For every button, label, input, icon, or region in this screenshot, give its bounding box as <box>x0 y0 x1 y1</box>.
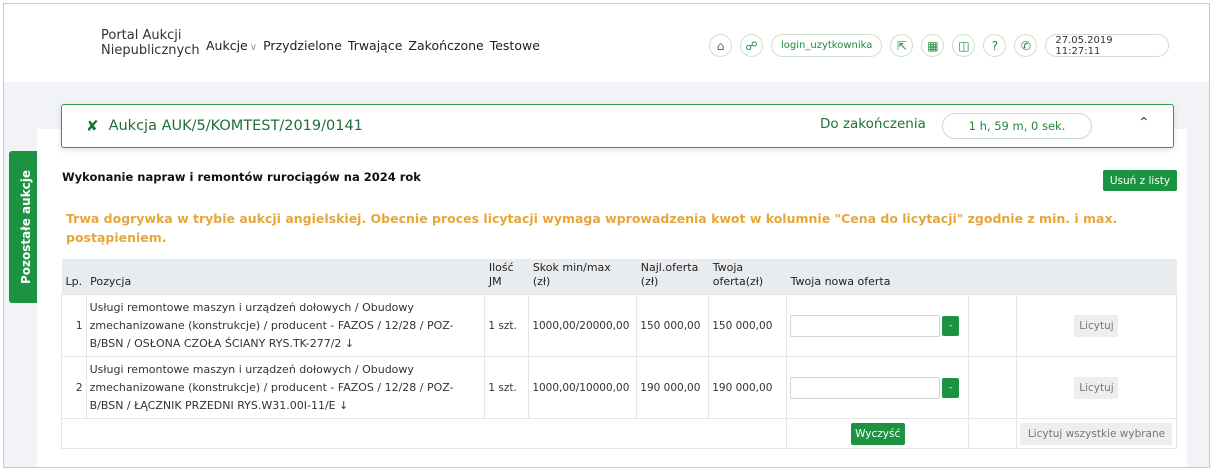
col-action <box>1016 259 1177 295</box>
desc-line: zmechanizowane (konstrukcje) / producent… <box>89 318 454 332</box>
desc-line[interactable]: B/BSN / ŁĄCZNIK PRZEDNI RYS.W31.00I-11/E… <box>90 397 482 415</box>
col-nowa: Twoja nowa oferta <box>786 259 969 295</box>
desc-line[interactable]: B/BSN / OSŁONA CZOŁA ŚCIANY RYS.TK-277/2… <box>90 335 482 353</box>
new-offer-input[interactable] <box>790 314 941 337</box>
row-step: 1000,00/10000,00 <box>528 356 638 419</box>
row-yours: 150 000,00 <box>708 294 788 357</box>
brand-line1: Portal Aukcji <box>101 28 182 43</box>
col-najl: Najl.oferta (zł) <box>636 259 709 295</box>
col-twoja-label2: oferta(zł) <box>712 275 764 288</box>
link-icon[interactable]: ☍ <box>740 34 763 57</box>
main-nav: Aukcje ∨ Przydzielone Trwające Zakończone… <box>206 38 540 53</box>
col-blank <box>968 259 1017 295</box>
row-new-offer: - <box>786 356 970 419</box>
nav-przydzielone[interactable]: Przydzielone <box>263 38 342 53</box>
table-footer-row: Wyczyść Licytuj wszystkie wybrane <box>60 418 1178 449</box>
col-twoja-label1: Twoja <box>712 261 744 274</box>
row-lp: 1 <box>61 294 87 357</box>
row-bid: Licytuj <box>1015 294 1178 357</box>
col-pozycja: Pozycja <box>86 259 485 295</box>
phone-icon[interactable]: ✆ <box>1014 34 1038 57</box>
auction-title: ✘ Aukcja AUK/5/KOMTEST/2019/0141 <box>86 117 363 135</box>
calendar-icon[interactable]: ▦ <box>921 34 945 57</box>
nav-aukcje-label: Aukcje <box>206 38 248 53</box>
offer-action-button[interactable]: - <box>942 315 960 336</box>
row-qty: 1 szt. <box>484 294 530 357</box>
row-new-offer: - <box>786 294 970 357</box>
col-najl-unit: (zł) <box>640 275 659 288</box>
nav-testowe[interactable]: Testowe <box>490 38 540 53</box>
footer-blank <box>60 418 788 449</box>
bid-all-button[interactable]: Licytuj wszystkie wybrane <box>1020 422 1173 445</box>
row-qty: 1 szt. <box>484 356 530 419</box>
top-bar: Portal Aukcji Niepublicznych Aukcje ∨ Prz… <box>4 4 1209 82</box>
row-description: Usługi remontowe maszyn i urządzeń dołow… <box>85 356 486 419</box>
brand-logo[interactable]: Portal Aukcji Niepublicznych <box>101 28 205 58</box>
auction-title-text: Aukcja AUK/5/KOMTEST/2019/0141 <box>108 118 363 134</box>
col-ilosc-label: Ilość <box>488 261 514 274</box>
new-offer-input[interactable] <box>790 376 941 399</box>
offer-group: - <box>790 376 965 399</box>
offer-action-button[interactable]: - <box>942 377 960 398</box>
auction-subject: Wykonanie napraw i remontów rurociągów n… <box>62 170 421 184</box>
countdown-timer: 1 h, 59 m, 0 sek. <box>942 113 1092 139</box>
top-actions: ⌂ ☍ login_uzytkownika ⇱ ▦ ◫ ? ✆ 27.05.20… <box>709 34 1170 57</box>
home-icon[interactable]: ⌂ <box>709 34 732 57</box>
col-skok: Skok min/max (zł) <box>528 259 637 295</box>
bid-button[interactable]: Licytuj <box>1074 376 1119 399</box>
row-best: 150 000,00 <box>636 294 710 357</box>
row-blank <box>968 356 1017 419</box>
row-description: Usługi remontowe maszyn i urządzeń dołow… <box>85 294 486 357</box>
table-row: 1 Usługi remontowe maszyn i urządzeń doł… <box>61 294 1178 357</box>
app-frame: Portal Aukcji Niepublicznych Aukcje ∨ Prz… <box>3 3 1210 468</box>
footer-bid-all-cell: Licytuj wszystkie wybrane <box>1015 418 1178 449</box>
brand-line2: Niepublicznych <box>101 43 200 58</box>
chevron-up-icon[interactable]: ⌃ <box>1138 115 1150 131</box>
row-lp: 2 <box>61 356 87 419</box>
col-jm-label: JM <box>488 275 502 288</box>
table-header: Lp. Pozycja Ilość JM Skok min/max (zł) Naj… <box>61 259 1177 295</box>
col-twoja: Twoja oferta(zł) <box>708 259 787 295</box>
col-ilosc: Ilość JM <box>484 259 529 295</box>
nav-trwajace[interactable]: Trwające <box>348 38 403 53</box>
datetime-pill: 27.05.2019 11:27:11 <box>1045 34 1170 57</box>
footer-clear-cell: Wyczyść <box>786 418 970 449</box>
col-najl-label: Najl.oferta <box>640 261 699 274</box>
col-skok-label: Skok min/max <box>532 261 611 274</box>
remove-from-list-button[interactable]: Usuń z listy <box>1103 170 1177 191</box>
offer-group: - <box>790 314 965 337</box>
col-skok-unit: (zł) <box>532 275 551 288</box>
nav-aukcje[interactable]: Aukcje ∨ <box>206 38 257 53</box>
clear-button[interactable]: Wyczyść <box>850 422 905 445</box>
login-pill[interactable]: login_uzytkownika <box>771 34 883 57</box>
help-icon[interactable]: ? <box>983 34 1007 57</box>
exit-icon[interactable]: ⇱ <box>890 34 914 57</box>
chevron-down-icon: ∨ <box>249 42 258 53</box>
row-step: 1000,00/20000,00 <box>528 294 638 357</box>
auction-header: ✘ Aukcja AUK/5/KOMTEST/2019/0141 Do zako… <box>61 104 1174 148</box>
row-blank <box>968 294 1017 357</box>
other-auctions-label: Pozostałe aukcje <box>18 170 33 284</box>
row-yours: 190 000,00 <box>708 356 788 419</box>
desc-line: Usługi remontowe maszyn i urządzeń dołow… <box>89 362 414 376</box>
desc-line: Usługi remontowe maszyn i urządzeń dołow… <box>89 300 414 314</box>
gavel-icon: ✘ <box>86 117 99 135</box>
col-lp: Lp. <box>61 259 87 295</box>
positions-table: Lp. Pozycja Ilość JM Skok min/max (zł) Naj… <box>60 259 1178 449</box>
book-icon[interactable]: ◫ <box>952 34 976 57</box>
nav-zakonczone[interactable]: Zakończone <box>408 38 483 53</box>
table-row: 2 Usługi remontowe maszyn i urządzeń doł… <box>61 356 1178 419</box>
desc-line: zmechanizowane (konstrukcje) / producent… <box>89 380 454 394</box>
bid-button[interactable]: Licytuj <box>1074 314 1119 337</box>
row-bid: Licytuj <box>1015 356 1178 419</box>
end-label: Do zakończenia <box>820 116 926 132</box>
row-best: 190 000,00 <box>636 356 710 419</box>
footer-blank2 <box>968 418 1017 449</box>
overtime-notice: Trwa dogrywka w trybie aukcji angielskie… <box>66 211 1118 245</box>
